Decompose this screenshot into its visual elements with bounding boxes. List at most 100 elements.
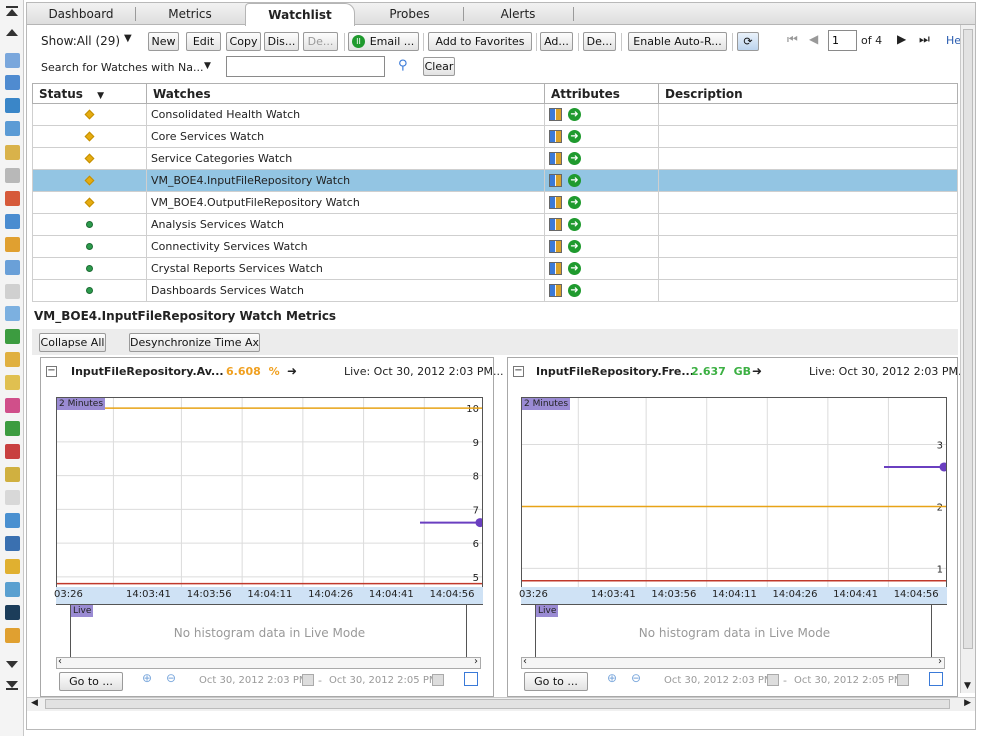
table-row[interactable]: VM_BOE4.OutputFileRepository Watch ➜ [32, 191, 958, 214]
table-row[interactable]: Dashboards Services Watch ➜ [32, 279, 958, 302]
scroll-right-icon[interactable]: ▶ [964, 698, 971, 708]
go-arrow-icon[interactable]: ➜ [568, 240, 581, 254]
attributes-icon[interactable] [549, 218, 562, 232]
end-date[interactable]: Oct 30, 2012 2:05 PM [794, 675, 902, 686]
users-icon[interactable] [5, 191, 20, 206]
go-arrow-icon[interactable]: ➜ [568, 108, 581, 122]
go-arrow-icon[interactable]: ➜ [568, 262, 581, 276]
go-arrow-icon[interactable]: ➜ [568, 284, 581, 298]
attributes-header[interactable]: Attributes [544, 83, 659, 104]
watch-name-cell[interactable]: Service Categories Watch [146, 147, 545, 170]
go-to-button[interactable]: Go to ... [524, 672, 588, 691]
copy-button[interactable]: Copy [226, 32, 261, 51]
watch-name-cell[interactable]: Connectivity Services Watch [146, 235, 545, 258]
go-arrow-icon[interactable]: ➜ [568, 174, 581, 188]
calendar-icon[interactable] [5, 214, 20, 229]
star-burst-icon[interactable] [5, 398, 20, 413]
zoom-out-icon[interactable]: ⊖ [631, 671, 641, 685]
user-add-icon[interactable] [5, 467, 20, 482]
start-calendar-icon[interactable] [302, 674, 314, 686]
watch-name-cell[interactable]: VM_BOE4.InputFileRepository Watch [146, 169, 545, 192]
end-calendar-icon[interactable] [897, 674, 909, 686]
collapse-icon[interactable]: − [46, 366, 57, 377]
disable-button[interactable]: Dis... [264, 32, 299, 51]
watch-name-cell[interactable]: Analysis Services Watch [146, 213, 545, 236]
description-header[interactable]: Description [658, 83, 958, 104]
new-button[interactable]: New [148, 32, 179, 51]
next-page-icon[interactable]: ▶ [897, 32, 906, 46]
start-date[interactable]: Oct 30, 2012 2:03 PM [199, 675, 307, 686]
end-date[interactable]: Oct 30, 2012 2:05 PM [329, 675, 437, 686]
scroll-down-icon[interactable] [6, 661, 18, 668]
scroll-up-icon[interactable] [6, 29, 18, 36]
tab-watchlist[interactable]: Watchlist [245, 3, 355, 26]
watches-header[interactable]: Watches [146, 83, 545, 104]
scroll-top-arrow-icon[interactable] [6, 9, 18, 16]
table-row[interactable]: Service Categories Watch ➜ [32, 147, 958, 170]
chart-icon[interactable] [5, 329, 20, 344]
attributes-icon[interactable] [549, 108, 562, 122]
panel-hscroll[interactable]: ‹ › [521, 656, 945, 669]
lock-icon[interactable] [5, 352, 20, 367]
folder-icon[interactable] [5, 168, 20, 183]
scroll-down-icon[interactable]: ▼ [964, 681, 971, 691]
table-row[interactable]: Analysis Services Watch ➜ [32, 213, 958, 236]
vertical-scrollbar[interactable]: ▼ [960, 25, 975, 693]
table-row[interactable]: Crystal Reports Services Watch ➜ [32, 257, 958, 280]
help-link[interactable]: He [946, 34, 961, 47]
sort-down-icon[interactable]: ▼ [97, 91, 104, 101]
info-icon[interactable] [5, 306, 20, 321]
table-row[interactable]: Consolidated Health Watch ➜ [32, 103, 958, 126]
scroll-left-icon[interactable]: ‹ [58, 656, 62, 667]
window-icon[interactable] [5, 284, 20, 299]
document-icon[interactable] [5, 490, 20, 505]
search-field-dropdown-icon[interactable]: ▼ [204, 61, 211, 71]
arrow-right-icon[interactable]: ➜ [287, 364, 297, 378]
attributes-icon[interactable] [549, 262, 562, 276]
start-calendar-icon[interactable] [767, 674, 779, 686]
scroll-bottom-arrow-icon[interactable] [6, 681, 18, 688]
scroll-top-icon[interactable] [6, 6, 18, 8]
database-icon[interactable] [5, 145, 20, 160]
alert-servers-icon[interactable] [5, 260, 20, 275]
zoom-out-icon[interactable]: ⊖ [166, 671, 176, 685]
key-icon[interactable] [5, 375, 20, 390]
search-input[interactable] [226, 56, 385, 77]
table-row[interactable]: VM_BOE4.InputFileRepository Watch ➜ [32, 169, 958, 192]
watch-name-cell[interactable]: Consolidated Health Watch [146, 103, 545, 126]
monitor-icon[interactable] [5, 605, 20, 620]
add-button[interactable]: Ad... [540, 32, 573, 51]
table-row[interactable]: Core Services Watch ➜ [32, 125, 958, 148]
scroll-right-icon[interactable]: › [474, 656, 478, 667]
end-calendar-icon[interactable] [432, 674, 444, 686]
last-page-icon[interactable]: ⏭ [919, 32, 930, 47]
panel-hscroll[interactable]: ‹ › [56, 656, 481, 669]
flow-icon[interactable] [5, 513, 20, 528]
go-arrow-icon[interactable]: ➜ [568, 196, 581, 210]
go-arrow-icon[interactable]: ➜ [568, 130, 581, 144]
watch-name-cell[interactable]: Dashboards Services Watch [146, 279, 545, 302]
prev-page-icon[interactable]: ◀ [809, 32, 818, 46]
go-arrow-icon[interactable]: ➜ [568, 152, 581, 166]
delete2-button[interactable]: De... [583, 32, 616, 51]
status-header[interactable]: Status ▼ [32, 83, 147, 104]
page-number-input[interactable] [828, 30, 857, 51]
attributes-icon[interactable] [549, 240, 562, 254]
watch-name-cell[interactable]: VM_BOE4.OutputFileRepository Watch [146, 191, 545, 214]
tab-dashboard[interactable]: Dashboard [27, 3, 135, 25]
collapse-all-button[interactable]: Collapse All [39, 333, 106, 352]
arrow-right-icon[interactable]: ➜ [752, 364, 762, 378]
add-favorites-button[interactable]: Add to Favorites [428, 32, 532, 51]
zoom-in-icon[interactable]: ⊕ [142, 671, 152, 685]
table-row[interactable]: Connectivity Services Watch ➜ [32, 235, 958, 258]
show-dropdown-icon[interactable]: ▼ [124, 33, 132, 44]
attributes-icon[interactable] [549, 152, 562, 166]
go-to-button[interactable]: Go to ... [59, 672, 123, 691]
tree-icon[interactable] [5, 421, 20, 436]
check-doc-icon[interactable] [5, 582, 20, 597]
globe-icon[interactable] [5, 98, 20, 113]
start-date[interactable]: Oct 30, 2012 2:03 PM [664, 675, 772, 686]
zoom-in-icon[interactable]: ⊕ [607, 671, 617, 685]
search-icon[interactable]: ⚲ [398, 58, 408, 73]
gear-users-icon[interactable] [5, 628, 20, 643]
